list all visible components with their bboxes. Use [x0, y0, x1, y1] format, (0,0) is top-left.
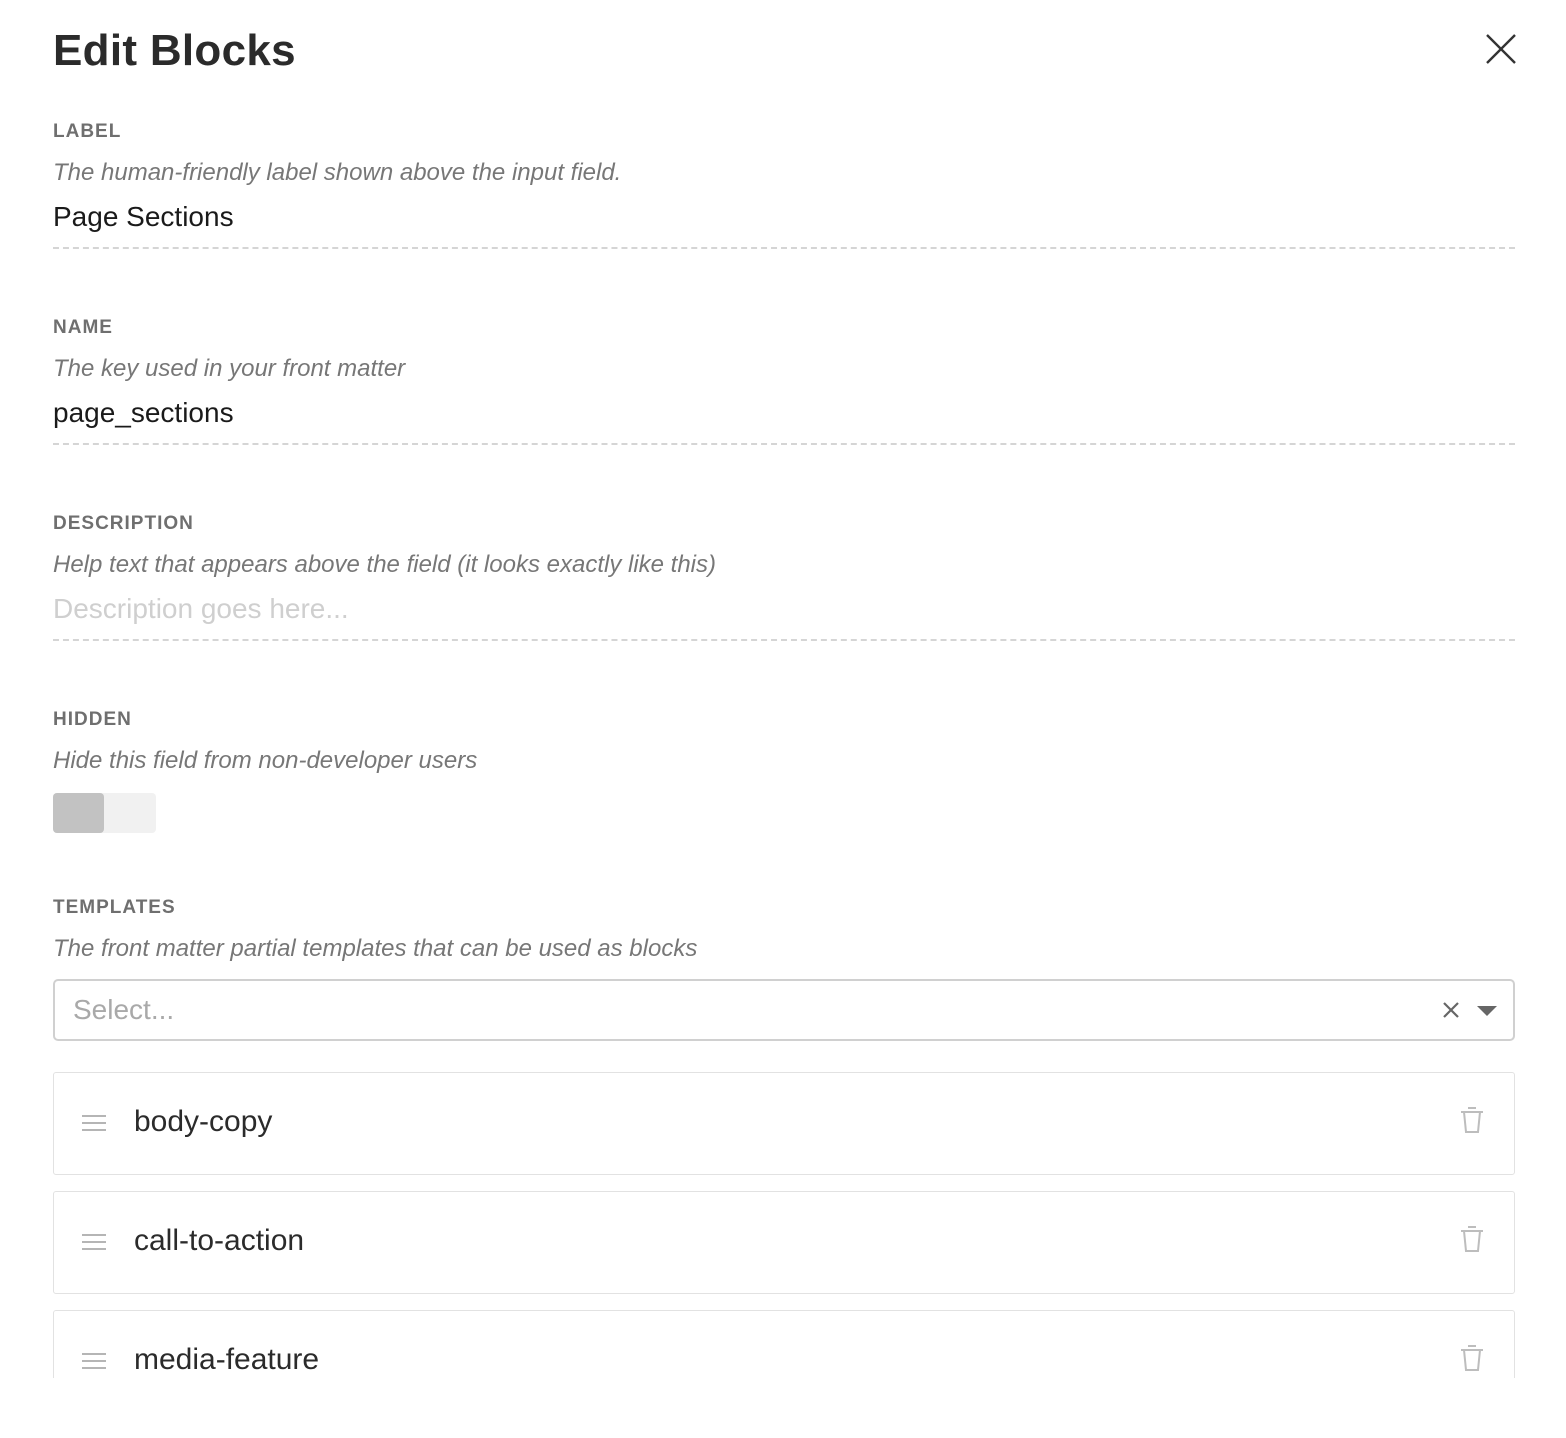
- templates-field-description: The front matter partial templates that …: [53, 935, 698, 962]
- trash-icon[interactable]: [1460, 1225, 1484, 1253]
- label-field-description: The human-friendly label shown above the…: [53, 159, 622, 186]
- name-input[interactable]: [53, 395, 1515, 445]
- name-field-title: NAME: [53, 317, 113, 338]
- drag-handle-icon[interactable]: [82, 1113, 106, 1133]
- list-item[interactable]: body-copy: [53, 1072, 1515, 1175]
- close-button[interactable]: [1481, 29, 1521, 69]
- label-field-title: LABEL: [53, 121, 122, 142]
- close-icon: [1486, 34, 1516, 64]
- trash-icon[interactable]: [1460, 1344, 1484, 1372]
- description-field-description: Help text that appears above the field (…: [53, 551, 716, 578]
- block-name: body-copy: [134, 1105, 273, 1138]
- clear-icon[interactable]: [1439, 998, 1463, 1022]
- drag-handle-icon[interactable]: [82, 1232, 106, 1252]
- modal-title: Edit Blocks: [53, 26, 296, 75]
- description-field-title: DESCRIPTION: [53, 513, 194, 534]
- list-item[interactable]: call-to-action: [53, 1191, 1515, 1294]
- hidden-toggle[interactable]: [53, 793, 156, 833]
- drag-handle-icon[interactable]: [82, 1351, 106, 1371]
- templates-field: TEMPLATES The front matter partial templ…: [53, 897, 1515, 1041]
- edit-blocks-modal: Edit Blocks LABEL The human-friendly lab…: [0, 0, 1566, 1438]
- hidden-field-title: HIDDEN: [53, 709, 132, 730]
- trash-icon[interactable]: [1460, 1106, 1484, 1134]
- list-item[interactable]: media-feature: [53, 1310, 1515, 1378]
- label-field: LABEL The human-friendly label shown abo…: [53, 121, 1515, 249]
- name-field-description: The key used in your front matter: [53, 355, 406, 382]
- templates-field-title: TEMPLATES: [53, 897, 176, 918]
- hidden-field: HIDDEN Hide this field from non-develope…: [53, 709, 1515, 833]
- label-input[interactable]: [53, 199, 1515, 249]
- select-placeholder: Select...: [73, 994, 175, 1025]
- templates-select[interactable]: Select...: [53, 979, 1515, 1041]
- block-name: media-feature: [134, 1343, 320, 1376]
- toggle-knob: [53, 793, 104, 833]
- templates-list: body-copy call-to-action media-feature: [53, 1072, 1515, 1378]
- name-field: NAME The key used in your front matter: [53, 317, 1515, 445]
- block-name: call-to-action: [134, 1224, 305, 1257]
- description-field: DESCRIPTION Help text that appears above…: [53, 513, 1515, 641]
- description-input[interactable]: [53, 591, 1515, 641]
- hidden-field-description: Hide this field from non-developer users: [53, 747, 478, 774]
- chevron-down-icon[interactable]: [1475, 1003, 1499, 1019]
